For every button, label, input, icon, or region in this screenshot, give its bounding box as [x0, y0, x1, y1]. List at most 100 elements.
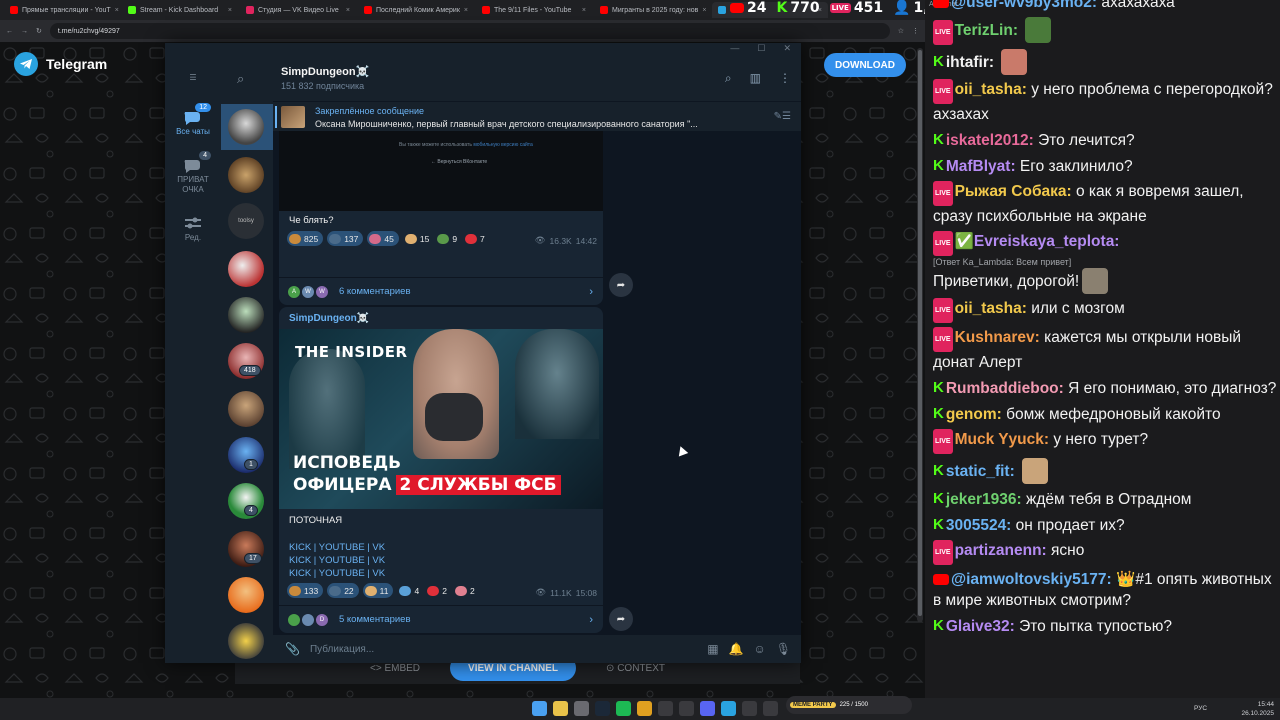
close-icon[interactable]: ✕ [783, 43, 791, 57]
windows-start-icon[interactable] [532, 701, 547, 716]
reaction-chip[interactable]: 2 [425, 583, 449, 598]
context-button[interactable]: ⊙ CONTEXT [606, 663, 665, 674]
forward-icon[interactable]: → [21, 28, 28, 35]
chat-username[interactable]: @iamwoltovskiy5177: [951, 571, 1112, 588]
page-scrollbar[interactable] [917, 48, 923, 622]
reaction-chip[interactable]: 825 [287, 231, 324, 246]
chat-username[interactable]: genom: [946, 406, 1002, 423]
calendar-icon[interactable]: ▦ [707, 642, 718, 656]
chat-avatar[interactable] [228, 623, 264, 659]
clock[interactable]: 15:44 26.10.2025 [1241, 700, 1274, 718]
chat-avatar[interactable] [228, 109, 264, 145]
settings-icon[interactable] [574, 701, 589, 716]
chat-username[interactable]: static_fit: [946, 463, 1015, 480]
post-link-line[interactable]: KICK | YOUTUBE | VK [289, 554, 385, 567]
browser-tab[interactable]: The 9/11 Files - YouTube × [476, 2, 592, 18]
search-icon[interactable]: ⌕ [237, 71, 244, 87]
tab-close-icon[interactable]: × [702, 7, 706, 14]
search-icon[interactable]: ⌕ [725, 71, 732, 86]
chat-username[interactable]: iskatel2012: [946, 132, 1034, 149]
chat-username[interactable]: @user-wv9by3mo2: [951, 0, 1097, 11]
chrome-icon[interactable] [553, 701, 568, 716]
app-icon[interactable] [679, 701, 694, 716]
browser-tab[interactable]: Мигранты в 2025 году: нов × [594, 2, 710, 18]
share-button[interactable]: ➦ [609, 607, 633, 631]
pinned-message-bar[interactable]: Закреплённое сообщение Оксана Мирошничен… [273, 101, 801, 131]
spotify-icon[interactable] [616, 701, 631, 716]
browser-tab[interactable]: Прямые трансляции - YouT × [4, 2, 120, 18]
chat-username[interactable]: Рыжая Собака: [955, 183, 1072, 200]
browser-tab[interactable]: Последний Комик Америк × [358, 2, 474, 18]
more-icon[interactable]: ⋮ [779, 71, 791, 86]
comments-link[interactable]: AWW 6 комментариев › [279, 277, 603, 305]
browser-tab[interactable]: Stream - Kick Dashboard × [122, 2, 238, 18]
reaction-chip[interactable]: 133 [287, 583, 324, 598]
chat-avatar[interactable] [228, 391, 264, 427]
post-link-line[interactable]: KICK | YOUTUBE | VK [289, 541, 385, 554]
folder-private[interactable]: 4 ПРИВАТ ОЧКА [165, 151, 221, 195]
chat-username[interactable]: jeker1936: [946, 491, 1022, 508]
embed-button[interactable]: <> EMBED [370, 663, 420, 674]
chat-username[interactable]: ✅Evreiskaya_teplota: [955, 233, 1120, 250]
comments-link[interactable]: D 5 комментариев › [279, 605, 603, 633]
tab-close-icon[interactable]: × [228, 7, 232, 14]
emoji-icon[interactable]: ☺ [754, 642, 766, 656]
chat-username[interactable]: Glaive32: [946, 618, 1015, 635]
chat-username[interactable]: partizanenn: [955, 542, 1047, 559]
chat-header[interactable]: SimpDungeon☠️ 151 832 подписчика ⌕ ▥ ⋮ [273, 57, 801, 101]
reaction-chip[interactable]: 4 [397, 583, 421, 598]
chat-username[interactable]: Rumbaddieboo: [946, 380, 1064, 397]
chat-username[interactable]: Muck Yyuck: [955, 431, 1049, 448]
reaction-chip[interactable]: 7 [463, 231, 487, 246]
chat-username[interactable]: 3005524: [946, 517, 1012, 534]
folder-edit[interactable]: Ред. [165, 215, 221, 242]
hamburger-menu-icon[interactable]: ☰ [165, 73, 221, 82]
post-screenshot-image[interactable]: Вы также можете использовать мобильную в… [279, 131, 603, 211]
chat-avatar[interactable] [228, 251, 264, 287]
menu-icon[interactable]: ⋮ [912, 27, 919, 35]
tab-close-icon[interactable]: × [115, 7, 119, 14]
chat-avatar[interactable]: toolsy [228, 203, 264, 239]
chat-username[interactable]: MafBlyat: [946, 158, 1016, 175]
url-field[interactable]: t.me/ru2chvg/49297 [49, 23, 890, 39]
reload-icon[interactable]: ↻ [36, 27, 42, 35]
chat-avatar[interactable] [228, 297, 264, 333]
app-icon[interactable] [658, 701, 673, 716]
chat-username[interactable]: oii_tasha: [955, 300, 1027, 317]
back-icon[interactable]: ← [6, 28, 13, 35]
tab-close-icon[interactable]: × [464, 7, 468, 14]
star-icon[interactable]: ☆ [898, 27, 904, 35]
page-scrollbar-thumb[interactable] [918, 50, 922, 616]
maximize-icon[interactable]: ☐ [757, 43, 765, 57]
attach-icon[interactable]: 📎 [285, 642, 300, 656]
reaction-chip[interactable]: 9 [435, 231, 459, 246]
post-link-line[interactable]: KICK | YOUTUBE | VK [289, 567, 385, 580]
microphone-icon[interactable]: 🎙 [776, 642, 791, 656]
sidebar-toggle-icon[interactable]: ▥ [750, 71, 761, 86]
discord-icon[interactable] [700, 701, 715, 716]
steam-icon[interactable] [595, 701, 610, 716]
bell-icon[interactable]: 🔔 [729, 642, 744, 656]
folder-icon[interactable] [637, 701, 652, 716]
reaction-chip[interactable]: 137 [327, 231, 364, 246]
channel-post[interactable]: SimpDungeon☠️ THE INSIDER ИСПОВЕДЬ ОФИЦЕ… [279, 307, 603, 633]
keyboard-language[interactable]: РУС [1194, 705, 1207, 712]
reaction-chip[interactable]: 11 [362, 583, 394, 598]
reaction-chip[interactable]: 45 [367, 231, 399, 246]
minimize-icon[interactable]: — [730, 43, 739, 57]
app-icon[interactable] [742, 701, 757, 716]
video-thumbnail[interactable]: THE INSIDER ИСПОВЕДЬ ОФИЦЕРА 2 СЛУЖБЫ ФС… [279, 329, 603, 509]
telegram-icon[interactable] [721, 701, 736, 716]
pin-list-icon[interactable]: ✎☰ [774, 111, 791, 122]
reaction-chip[interactable]: 2 [453, 583, 477, 598]
reaction-chip[interactable]: 15 [403, 231, 431, 246]
folder-all-chats[interactable]: 12 Все чаты [165, 103, 221, 136]
tab-close-icon[interactable]: × [346, 7, 350, 14]
download-button[interactable]: DOWNLOAD [824, 53, 906, 77]
reaction-chip[interactable]: 22 [327, 583, 359, 598]
share-button[interactable]: ➦ [609, 273, 633, 297]
chat-username[interactable]: oii_tasha: [955, 81, 1027, 98]
chat-username[interactable]: TerizLin: [955, 22, 1018, 39]
app-icon[interactable] [763, 701, 778, 716]
chat-username[interactable]: ihtafir: [946, 54, 994, 71]
